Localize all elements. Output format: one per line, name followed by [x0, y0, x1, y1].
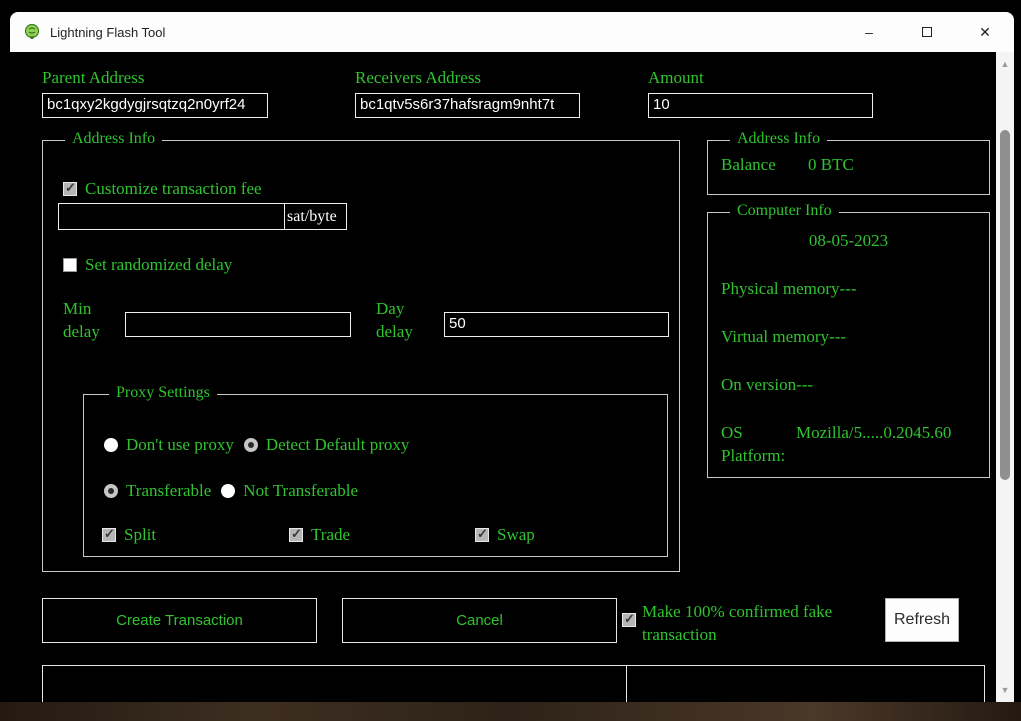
os-label: OS — [721, 423, 743, 443]
scroll-down-icon[interactable]: ▼ — [996, 682, 1014, 698]
detect-default-proxy-radio[interactable] — [244, 438, 258, 452]
customize-fee-label: Customize transaction fee — [85, 179, 262, 199]
proxy-settings-group: Proxy Settings Don't use proxy Detect De… — [83, 394, 668, 557]
platform-label: Platform: — [721, 446, 785, 466]
window-controls: – ✕ — [840, 12, 1014, 52]
refresh-button[interactable]: Refresh — [885, 598, 959, 642]
split-checkbox[interactable] — [102, 528, 116, 542]
title-bar: Lightning Flash Tool – ✕ — [10, 12, 1014, 52]
app-window: Lightning Flash Tool – ✕ Parent Address … — [10, 12, 1014, 702]
transferable-label: Transferable — [126, 481, 211, 501]
computer-info-date: 08-05-2023 — [708, 231, 989, 251]
on-version-line: On version--- — [721, 375, 813, 395]
customize-fee-checkbox[interactable] — [63, 182, 77, 196]
scroll-up-icon[interactable]: ▲ — [996, 56, 1014, 72]
dont-use-proxy-radio[interactable] — [104, 438, 118, 452]
output-panel-left — [43, 666, 626, 702]
randomized-delay-checkbox[interactable] — [63, 258, 77, 272]
window-title: Lightning Flash Tool — [50, 25, 165, 40]
proxy-settings-title: Proxy Settings — [109, 384, 217, 402]
maximize-button[interactable] — [898, 12, 956, 52]
minimize-button[interactable]: – — [840, 12, 898, 52]
day-delay-input[interactable]: 50 — [444, 312, 669, 337]
trade-checkbox[interactable] — [289, 528, 303, 542]
customize-fee-row: Customize transaction fee — [63, 179, 262, 199]
balance-label: Balance — [721, 155, 776, 175]
computer-info-group: Computer Info 08-05-2023 Physical memory… — [707, 212, 990, 478]
trade-row: Trade — [289, 525, 350, 545]
split-label: Split — [124, 525, 156, 545]
virtual-memory-line: Virtual memory--- — [721, 327, 846, 347]
not-transferable-radio[interactable] — [221, 484, 235, 498]
randomized-delay-row: Set randomized delay — [63, 255, 232, 275]
address-info-group-title: Address Info — [65, 130, 162, 148]
swap-row: Swap — [475, 525, 535, 545]
address-info-group: Address Info Customize transaction fee s… — [42, 140, 680, 572]
minimize-icon: – — [865, 24, 873, 40]
parent-address-input[interactable]: bc1qxy2kgdygjrsqtzq2n0yrf24 — [42, 93, 268, 118]
swap-checkbox[interactable] — [475, 528, 489, 542]
vertical-scrollbar[interactable]: ▲ ▼ — [996, 52, 1014, 702]
fake-transaction-checkbox[interactable] — [622, 613, 636, 627]
maximize-icon — [922, 27, 932, 37]
swap-label: Swap — [497, 525, 535, 545]
proxy-radio-row-1: Don't use proxy Detect Default proxy — [104, 435, 409, 455]
min-delay-input[interactable] — [125, 312, 351, 337]
physical-memory-line: Physical memory--- — [721, 279, 857, 299]
transferable-radio[interactable] — [104, 484, 118, 498]
day-delay-label: Day delay — [376, 297, 431, 343]
receivers-address-label: Receivers Address — [355, 68, 481, 88]
balance-value: 0 BTC — [808, 155, 854, 175]
output-panel — [42, 665, 985, 702]
amount-label: Amount — [648, 68, 704, 88]
not-transferable-label: Not Transferable — [243, 481, 358, 501]
create-transaction-button[interactable]: Create Transaction — [42, 598, 317, 643]
balance-group-title: Address Info — [730, 130, 827, 148]
fee-input[interactable] — [59, 204, 285, 229]
min-delay-label: Min delay — [63, 297, 115, 343]
amount-input[interactable]: 10 — [648, 93, 873, 118]
close-button[interactable]: ✕ — [956, 12, 1014, 52]
trade-label: Trade — [311, 525, 350, 545]
scrollbar-thumb[interactable] — [1000, 130, 1010, 480]
randomized-delay-label: Set randomized delay — [85, 255, 232, 275]
receivers-address-input[interactable]: bc1qtv5s6r37hafsragm9nht7t — [355, 93, 580, 118]
fake-transaction-label: Make 100% confirmed fake transaction — [642, 600, 882, 646]
dont-use-proxy-label: Don't use proxy — [126, 435, 234, 455]
cancel-button[interactable]: Cancel — [342, 598, 617, 643]
os-value: Mozilla/5.....0.2045.60 — [796, 423, 951, 443]
app-logo-icon — [23, 23, 41, 41]
balance-group: Address Info Balance 0 BTC — [707, 140, 990, 195]
fee-unit-label: sat/byte — [285, 204, 346, 229]
close-icon: ✕ — [979, 24, 991, 41]
parent-address-label: Parent Address — [42, 68, 144, 88]
desktop-wallpaper — [0, 702, 1021, 721]
fee-field-wrap: sat/byte — [58, 203, 347, 230]
split-row: Split — [102, 525, 156, 545]
output-panel-right — [627, 666, 984, 702]
computer-info-title: Computer Info — [730, 202, 839, 220]
proxy-radio-row-2: Transferable Not Transferable — [104, 481, 358, 501]
client-area: Parent Address Receivers Address Amount … — [10, 52, 1014, 702]
detect-default-proxy-label: Detect Default proxy — [266, 435, 410, 455]
